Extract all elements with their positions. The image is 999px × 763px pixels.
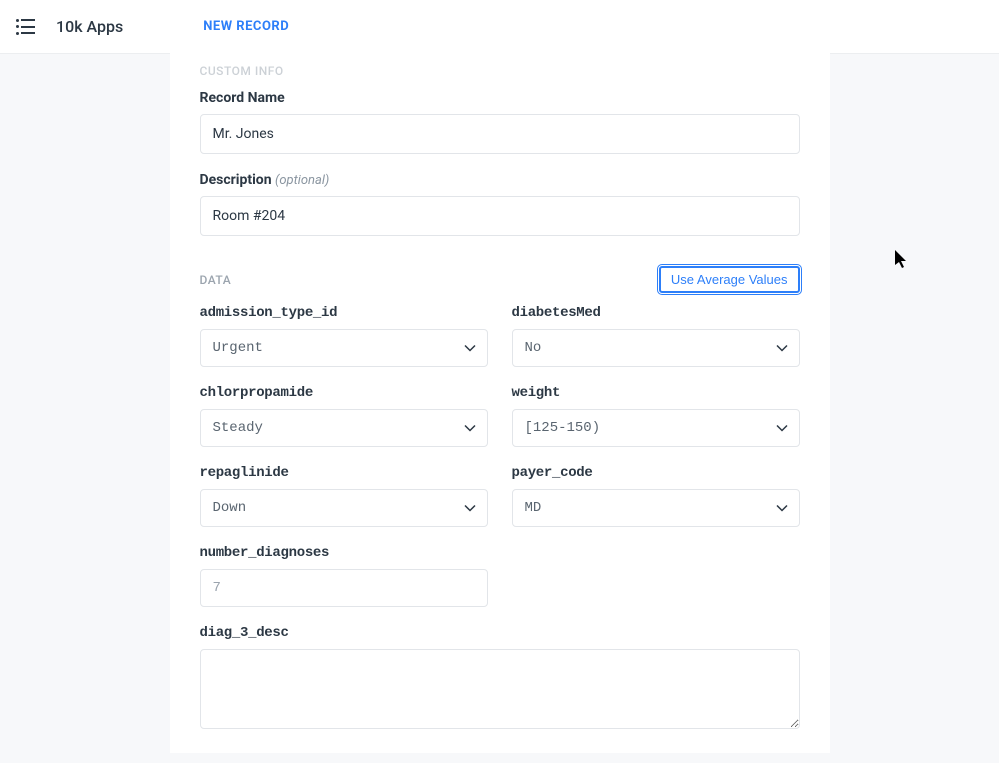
- description-input[interactable]: [200, 196, 800, 236]
- payer-code-select[interactable]: MD: [512, 489, 800, 527]
- form-panel: CUSTOM INFO Record Name Description (opt…: [170, 44, 830, 753]
- app-title: 10k Apps: [56, 17, 123, 36]
- section-label-data: DATA: [200, 273, 232, 287]
- repaglinide-label: repaglinide: [200, 465, 488, 481]
- data-grid: admission_type_id Urgent diabetesMed No …: [200, 305, 800, 733]
- number-diagnoses-label: number_diagnoses: [200, 545, 488, 561]
- description-label: Description (optional): [200, 172, 800, 188]
- description-label-text: Description: [200, 172, 276, 188]
- payer-code-label: payer_code: [512, 465, 800, 481]
- field-diabetes-med: diabetesMed No: [512, 305, 800, 367]
- field-diag-3-desc: diag_3_desc: [200, 625, 800, 733]
- weight-select[interactable]: [125-150): [512, 409, 800, 447]
- record-name-label: Record Name: [200, 90, 800, 106]
- diag-3-desc-label: diag_3_desc: [200, 625, 800, 641]
- field-weight: weight [125-150): [512, 385, 800, 447]
- field-description: Description (optional): [200, 172, 800, 236]
- record-name-input[interactable]: [200, 114, 800, 154]
- chlorpropamide-label: chlorpropamide: [200, 385, 488, 401]
- field-number-diagnoses: number_diagnoses: [200, 545, 488, 607]
- chlorpropamide-select[interactable]: Steady: [200, 409, 488, 447]
- diabetes-med-select[interactable]: No: [512, 329, 800, 367]
- content: CUSTOM INFO Record Name Description (opt…: [0, 54, 999, 763]
- field-payer-code: payer_code MD: [512, 465, 800, 527]
- diabetes-med-label: diabetesMed: [512, 305, 800, 321]
- weight-label: weight: [512, 385, 800, 401]
- admission-type-id-label: admission_type_id: [200, 305, 488, 321]
- data-section-header: DATA Use Average Values: [200, 266, 800, 293]
- use-average-values-button[interactable]: Use Average Values: [659, 266, 800, 293]
- field-repaglinide: repaglinide Down: [200, 465, 488, 527]
- field-chlorpropamide: chlorpropamide Steady: [200, 385, 488, 447]
- diag-3-desc-textarea[interactable]: [200, 649, 800, 729]
- spacer: [512, 545, 800, 607]
- field-record-name: Record Name: [200, 90, 800, 154]
- description-optional: (optional): [275, 173, 329, 188]
- field-admission-type-id: admission_type_id Urgent: [200, 305, 488, 367]
- number-diagnoses-input[interactable]: [200, 569, 488, 607]
- menu-icon[interactable]: [16, 19, 36, 35]
- admission-type-id-select[interactable]: Urgent: [200, 329, 488, 367]
- page-title: NEW RECORD: [203, 19, 289, 34]
- section-label-custom-info: CUSTOM INFO: [200, 64, 800, 78]
- repaglinide-select[interactable]: Down: [200, 489, 488, 527]
